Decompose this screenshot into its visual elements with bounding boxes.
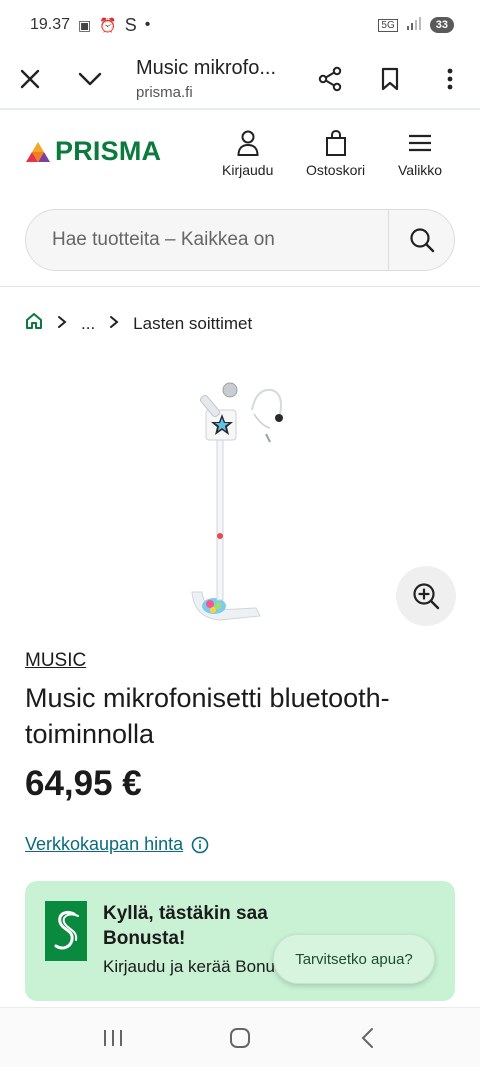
system-nav-bar: [0, 1007, 480, 1067]
product-price: 64,95 €: [25, 764, 142, 803]
hamburger-icon: [409, 134, 432, 152]
header-divider: [0, 286, 480, 287]
search-input[interactable]: [26, 210, 388, 270]
chevron-down-icon: [78, 72, 102, 86]
network-type: 5G: [378, 18, 398, 32]
recent-apps-button[interactable]: [83, 1013, 143, 1063]
s-logo-icon: [54, 910, 79, 950]
minimize-tab-button[interactable]: [60, 49, 120, 109]
cart-button[interactable]: Ostoskori: [306, 130, 365, 178]
more-vert-icon: [447, 68, 453, 90]
breadcrumb-home[interactable]: [25, 312, 43, 335]
more-options-button[interactable]: [420, 49, 480, 109]
battery-indicator: 33: [429, 17, 454, 33]
status-dot: •: [144, 16, 151, 33]
product-image[interactable]: [180, 380, 300, 630]
breadcrumb-current[interactable]: Lasten soittimet: [133, 314, 252, 334]
shopping-bag-icon: [325, 130, 346, 156]
browser-tab-bar: Music mikrofo... prisma.fi: [0, 50, 480, 110]
prisma-logo[interactable]: PRISMA: [25, 136, 161, 167]
prisma-logo-icon: [26, 141, 50, 162]
menu-button[interactable]: Valikko: [398, 130, 442, 178]
close-tab-button[interactable]: [0, 49, 60, 109]
chevron-right-icon: [109, 314, 119, 334]
back-button[interactable]: [337, 1013, 397, 1063]
tab-url: prisma.fi: [136, 84, 193, 101]
login-button[interactable]: Kirjaudu: [222, 130, 273, 178]
tab-title-area[interactable]: Music mikrofo... prisma.fi: [120, 57, 300, 101]
home-button[interactable]: [210, 1013, 270, 1063]
bookmark-icon: [381, 67, 399, 91]
menu-label: Valikko: [398, 162, 443, 178]
product-title: Music mikrofonisetti bluetooth-toiminnol…: [25, 683, 390, 749]
help-chat-button[interactable]: Tarvitsetko apua?: [273, 934, 435, 984]
tab-title: Music mikrofo...: [136, 57, 277, 79]
bookmark-button[interactable]: [360, 49, 420, 109]
status-indicator: S: [124, 14, 137, 35]
alarm-icon: ⏰: [99, 16, 117, 33]
online-price-label: Verkkokaupan hinta: [25, 834, 184, 854]
share-icon: [318, 66, 342, 92]
bonus-title: Kyllä, tästäkin saa Bonusta!: [103, 903, 268, 949]
chevron-right-icon: [57, 314, 67, 334]
breadcrumb: ... Lasten soittimet: [25, 312, 252, 335]
zoom-in-icon: [413, 583, 440, 610]
close-icon: [20, 69, 40, 89]
screenshot-icon: ▣: [78, 16, 92, 33]
signal-icon: [406, 16, 422, 35]
zoom-image-button[interactable]: [396, 566, 456, 626]
online-price-info[interactable]: Verkkokaupan hinta: [25, 834, 209, 855]
recent-apps-icon: [104, 1029, 123, 1046]
status-time: 19.37: [30, 16, 71, 33]
search-bar: [25, 209, 455, 271]
info-icon: [191, 836, 209, 853]
site-header: PRISMA Kirjaudu Ostoskori Valikko: [0, 112, 480, 194]
back-icon: [361, 1027, 373, 1048]
share-button[interactable]: [300, 49, 360, 109]
home-icon: [26, 313, 42, 329]
login-label: Kirjaudu: [222, 162, 274, 178]
search-icon: [409, 228, 434, 253]
status-bar: 19.37 ▣ ⏰ S • 5G 33: [0, 0, 480, 50]
product-brand-link[interactable]: MUSIC: [25, 650, 86, 672]
breadcrumb-ellipsis[interactable]: ...: [81, 314, 95, 334]
s-group-logo: [45, 901, 87, 961]
logo-text: PRISMA: [55, 136, 162, 166]
search-button[interactable]: [388, 210, 454, 270]
home-circle-icon: [229, 1027, 250, 1048]
user-icon: [237, 130, 259, 156]
cart-label: Ostoskori: [306, 162, 366, 178]
bonus-subtitle: Kirjaudu ja kerää Bonusta: [103, 957, 278, 976]
